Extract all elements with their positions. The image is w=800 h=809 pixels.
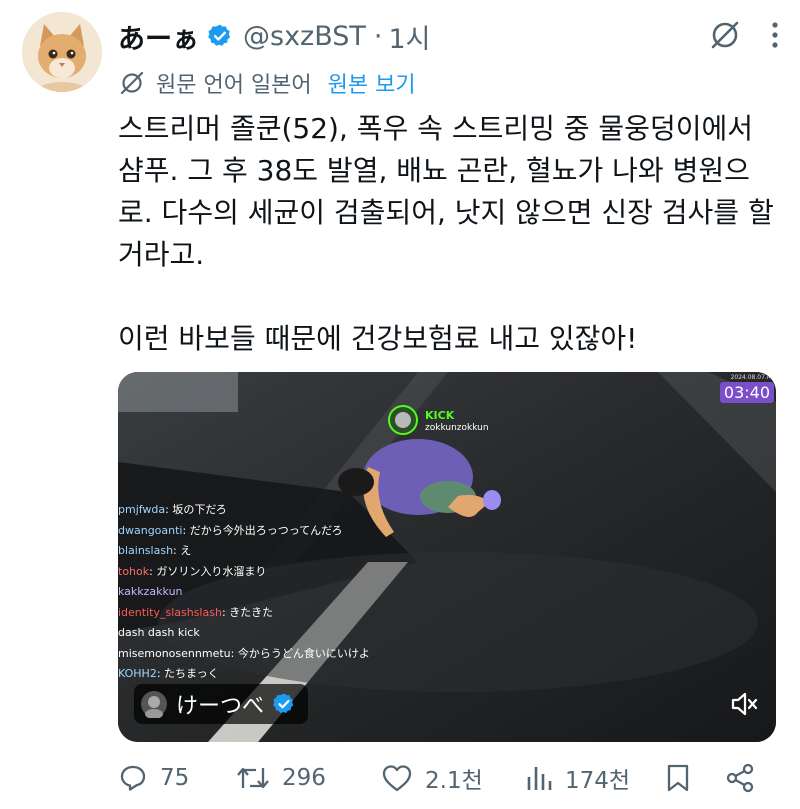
- chat-message: identity_slashslash: きたきた: [118, 605, 274, 619]
- source-account-name: けーつべ: [176, 694, 265, 719]
- stream-timestamp: 2024.08.07.M: [730, 374, 772, 381]
- tweet-header: あーぁ @sxzBST · 1시: [118, 14, 780, 58]
- heart-icon: [381, 763, 425, 793]
- separator-dot: ·: [373, 20, 383, 52]
- bookmark-button[interactable]: [665, 763, 691, 793]
- avatar[interactable]: [22, 12, 102, 92]
- repost-count: 296: [282, 765, 326, 791]
- post-time[interactable]: 1시: [389, 17, 431, 56]
- streamer-handle: zokkunzokkun: [425, 423, 489, 433]
- author-name[interactable]: あーぁ: [118, 17, 199, 56]
- analytics-icon: [525, 763, 565, 793]
- chat-message: dash dash kick: [118, 626, 200, 639]
- grok-icon[interactable]: [708, 18, 742, 56]
- translate-icon: [118, 69, 146, 97]
- source-avatar-icon: [140, 690, 168, 718]
- repost-icon: [236, 763, 282, 793]
- views-button[interactable]: 174천: [525, 761, 665, 795]
- share-button[interactable]: [725, 763, 755, 793]
- verified-badge-icon: [207, 23, 233, 49]
- chat-message: tohok: ガソリン入り水溜まり: [118, 564, 267, 578]
- chat-message: blainslash: え: [118, 544, 192, 557]
- source-verified-icon: [272, 692, 296, 716]
- tweet-text: 스트리머 졸쿤(52), 폭우 속 스트리밍 중 물웅덩이에서 샴푸. 그 후 …: [118, 112, 774, 355]
- chat-message: KOHH2: たちまっく: [118, 667, 219, 680]
- live-chat-overlay: pmjfwda: 坂の下だろ dwangoanti: だから今外出ろっつってんだ…: [118, 500, 370, 685]
- mute-button[interactable]: [726, 686, 762, 722]
- like-button[interactable]: 2.1천: [381, 761, 525, 795]
- chat-message: kakkzakkun: [118, 585, 183, 598]
- author-handle[interactable]: @sxzBST: [243, 21, 366, 52]
- reply-icon: [118, 763, 160, 793]
- repost-button[interactable]: 296: [236, 763, 381, 793]
- video-player[interactable]: KICK zokkunzokkun 2024.08.07.M 03:40 pmj…: [118, 372, 776, 742]
- source-account-chip[interactable]: けーつべ: [134, 684, 309, 724]
- cat-avatar-image: [22, 12, 102, 92]
- like-count: 2.1천: [425, 768, 483, 794]
- reply-button[interactable]: 75: [118, 763, 236, 793]
- speaker-muted-icon: [729, 689, 759, 719]
- translation-info: 원문 언어 일본어 원본 보기: [118, 66, 416, 100]
- view-count: 174천: [565, 768, 631, 794]
- kick-brand-label: KICK: [425, 409, 455, 422]
- chat-message: misemonosennmetu: 今からうどん食いにいけよ: [118, 646, 370, 660]
- chat-message: dwangoanti: だから今外出ろっつってんだろ: [118, 523, 343, 537]
- reply-count: 75: [160, 765, 190, 791]
- share-icon: [725, 763, 755, 793]
- chat-message: pmjfwda: 坂の下だろ: [118, 503, 227, 516]
- action-bar: 75 296 2.1천 174천: [118, 756, 776, 800]
- show-original-link[interactable]: 원본 보기: [328, 67, 416, 99]
- stream-timer: 03:40: [719, 382, 774, 403]
- translation-label: 원문 언어 일본어: [156, 73, 312, 98]
- more-options-icon[interactable]: [770, 20, 780, 54]
- bookmark-icon: [665, 763, 691, 793]
